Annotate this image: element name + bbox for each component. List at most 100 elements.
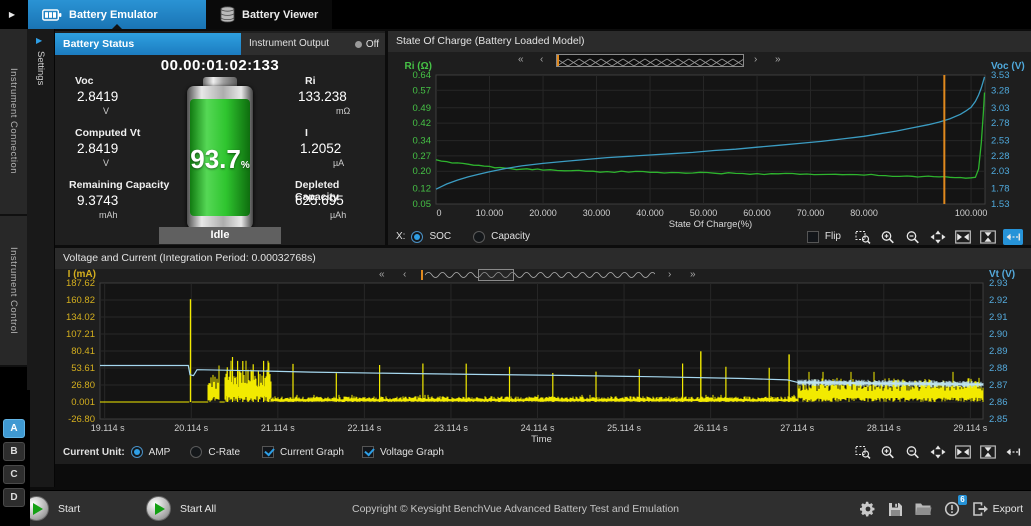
x-tick-label: 70.000 bbox=[797, 208, 825, 218]
tab-battery-viewer[interactable]: Battery Viewer bbox=[206, 0, 332, 29]
fit-all-icon[interactable] bbox=[928, 444, 948, 460]
footer-icon-bar: 6 Export bbox=[860, 491, 1023, 526]
zoom-box-icon[interactable] bbox=[853, 229, 873, 245]
folder-icon[interactable] bbox=[915, 502, 932, 516]
fit-all-icon[interactable] bbox=[928, 229, 948, 245]
ri-label: Ri bbox=[305, 75, 316, 87]
x-tick-label: 24.114 s bbox=[521, 423, 555, 433]
nav-next-icon[interactable]: › bbox=[754, 53, 757, 67]
zoom-in-icon[interactable] bbox=[878, 444, 898, 460]
flip-checkbox[interactable] bbox=[807, 231, 819, 243]
x-tick-label: 27.114 s bbox=[780, 423, 814, 433]
channel-c-button[interactable]: C bbox=[3, 465, 25, 484]
x-tick-label: 26.114 s bbox=[694, 423, 728, 433]
i-value: 1.2052 bbox=[300, 141, 341, 156]
zoom-in-icon[interactable] bbox=[878, 229, 898, 245]
nav-next-icon[interactable]: › bbox=[668, 268, 671, 282]
crate-radio-label: C-Rate bbox=[208, 447, 240, 458]
nav-last-icon[interactable]: » bbox=[690, 268, 696, 282]
battery-viewer-icon bbox=[220, 6, 235, 23]
sidebar-item-instrument-control[interactable]: Instrument Control bbox=[0, 216, 27, 367]
alert-icon[interactable]: 6 bbox=[944, 501, 960, 517]
zoom-box-icon[interactable] bbox=[853, 444, 873, 460]
preview-cursor bbox=[557, 55, 559, 66]
fit-horizontal-icon[interactable] bbox=[953, 444, 973, 460]
soc-preview-scrollbox[interactable] bbox=[556, 54, 744, 67]
y-right-tick-label: 2.90 bbox=[989, 329, 1008, 340]
export-button[interactable]: Export bbox=[972, 501, 1023, 517]
y-left-tick-label: 0.57 bbox=[413, 85, 432, 96]
benchvue-app: ▶ Battery Emulator Battery View bbox=[0, 0, 1031, 526]
fit-vertical-icon[interactable] bbox=[978, 444, 998, 460]
current-unit-label: Current Unit: bbox=[63, 447, 125, 458]
vc-chart-toolbar bbox=[853, 444, 1023, 460]
cursor-track-icon[interactable] bbox=[1003, 444, 1023, 460]
nav-first-icon[interactable]: « bbox=[518, 53, 524, 67]
nav-last-icon[interactable]: » bbox=[775, 53, 781, 67]
zoom-out-icon[interactable] bbox=[903, 444, 923, 460]
rail-section-label: Instrument Connection bbox=[8, 68, 19, 174]
gear-icon[interactable] bbox=[860, 501, 876, 517]
battery-icon bbox=[42, 9, 62, 21]
nav-first-icon[interactable]: « bbox=[379, 268, 385, 282]
start-all-button[interactable]: Start All bbox=[146, 496, 216, 521]
x-tick-label: 20.000 bbox=[529, 208, 557, 218]
amp-radio[interactable] bbox=[131, 446, 143, 458]
nav-prev-icon[interactable]: ‹ bbox=[540, 53, 543, 67]
expander-icon[interactable]: ▶ bbox=[0, 0, 24, 29]
sidebar-item-settings[interactable]: Settings bbox=[35, 51, 46, 85]
current-graph-label: Current Graph bbox=[280, 447, 344, 458]
cursor-track-icon[interactable] bbox=[1003, 229, 1023, 245]
capacity-radio[interactable] bbox=[473, 231, 485, 243]
preview-cursor bbox=[421, 270, 423, 280]
y-left-tick-label: 0.05 bbox=[413, 199, 432, 210]
x-tick-label: 28.114 s bbox=[867, 423, 901, 433]
soc-chart-toolbar bbox=[853, 229, 1023, 245]
channel-column: A B C D bbox=[0, 390, 30, 526]
soc-radio[interactable] bbox=[411, 231, 423, 243]
fit-horizontal-icon[interactable] bbox=[953, 229, 973, 245]
y-right-tick-label: 2.85 bbox=[989, 414, 1008, 425]
remaining-capacity-label: Remaining Capacity bbox=[69, 179, 169, 191]
x-tick-label: 100.000 bbox=[955, 208, 988, 218]
y-right-tick-label: 1.53 bbox=[991, 199, 1010, 210]
soc-radio-label: SOC bbox=[429, 231, 451, 242]
output-state-label: Off bbox=[366, 39, 379, 50]
fit-vertical-icon[interactable] bbox=[978, 229, 998, 245]
y-right-tick-label: 2.92 bbox=[989, 295, 1008, 306]
crate-radio[interactable] bbox=[190, 446, 202, 458]
battery-status-tab[interactable]: Battery Status bbox=[55, 33, 241, 55]
y-right-tick-label: 3.03 bbox=[991, 103, 1010, 114]
y-left-tick-label: -26.80 bbox=[68, 414, 95, 425]
zoom-out-icon[interactable] bbox=[903, 229, 923, 245]
sidebar-item-instrument-connection[interactable]: Instrument Connection bbox=[0, 29, 27, 216]
current-graph-checkbox[interactable] bbox=[262, 446, 274, 458]
x-tick-label: 19.114 s bbox=[91, 423, 125, 433]
x-tick-label: 0 bbox=[436, 208, 441, 218]
start-button[interactable]: Start bbox=[24, 496, 80, 521]
amp-radio-label: AMP bbox=[149, 447, 171, 458]
y-left-tick-label: 0.12 bbox=[413, 184, 432, 195]
output-state-toggle[interactable]: Off bbox=[355, 33, 379, 55]
nav-prev-icon[interactable]: ‹ bbox=[403, 268, 406, 282]
vc-preview-scrollbox[interactable] bbox=[478, 269, 514, 281]
y-right-tick-label: 2.03 bbox=[991, 166, 1010, 177]
y-right-tick-label: 2.87 bbox=[989, 380, 1008, 391]
tab-label: Battery Emulator bbox=[69, 9, 158, 21]
battery-graphic: 93.7% bbox=[187, 86, 253, 229]
settings-arrow-icon[interactable]: ▶ bbox=[36, 36, 42, 45]
channel-a-button[interactable]: A bbox=[3, 419, 25, 438]
x-tick-label: 22.114 s bbox=[347, 423, 381, 433]
x-axis-mode-label: X: bbox=[396, 231, 405, 242]
i-unit: µA bbox=[333, 158, 344, 168]
status-badge: Idle bbox=[159, 227, 281, 244]
channel-d-button[interactable]: D bbox=[3, 488, 25, 507]
x-tick-label: 10.000 bbox=[476, 208, 504, 218]
channel-b-button[interactable]: B bbox=[3, 442, 25, 461]
tab-battery-emulator[interactable]: Battery Emulator bbox=[28, 0, 206, 29]
start-label: Start bbox=[58, 503, 80, 515]
voltage-graph-checkbox[interactable] bbox=[362, 446, 374, 458]
save-icon[interactable] bbox=[888, 502, 903, 517]
computed-vt-value: 2.8419 bbox=[77, 141, 118, 156]
x-tick-label: 20.114 s bbox=[174, 423, 208, 433]
